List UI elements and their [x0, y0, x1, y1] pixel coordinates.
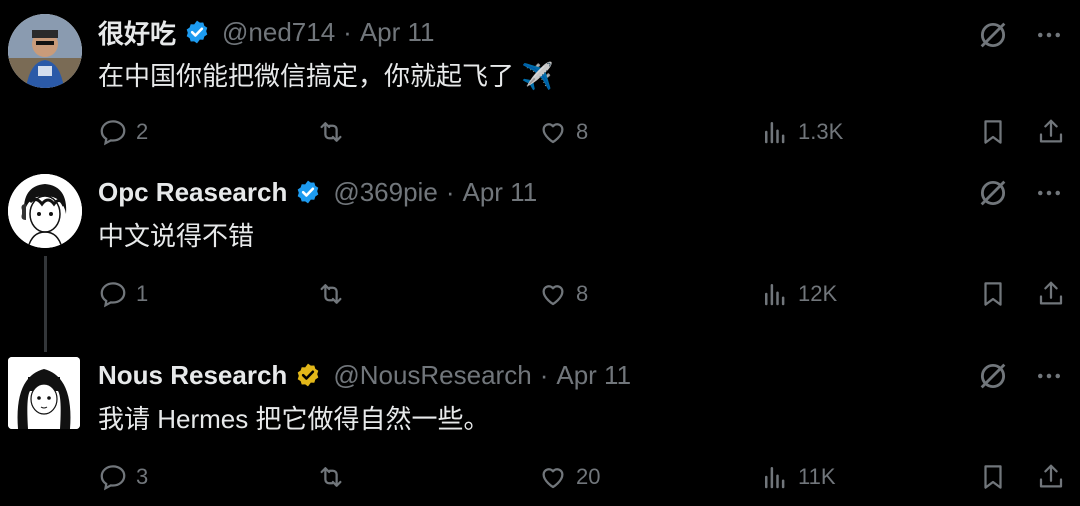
retweet-icon	[320, 122, 342, 142]
timestamp[interactable]: Apr 11	[556, 360, 631, 391]
share-button[interactable]	[1036, 112, 1074, 152]
retweet-button[interactable]	[316, 457, 354, 497]
timestamp[interactable]: Apr 11	[462, 177, 537, 208]
like-count: 8	[576, 119, 589, 144]
reply-count: 1	[136, 281, 149, 306]
like-button[interactable]: 20	[538, 457, 600, 497]
reply-icon	[100, 120, 126, 146]
views-button[interactable]: 1.3K	[760, 112, 843, 152]
author-name[interactable]: Opc Reasearch	[98, 177, 287, 208]
bookmark-button[interactable]	[978, 457, 1016, 497]
bookmark-icon	[984, 120, 1002, 144]
share-button[interactable]	[1036, 457, 1074, 497]
verified-badge-icon	[298, 180, 319, 204]
views-icon	[765, 122, 785, 144]
reply-count: 3	[136, 464, 149, 489]
author-handle[interactable]: @NousResearch	[333, 360, 531, 391]
views-icon	[765, 467, 785, 489]
view-count: 11K	[798, 464, 836, 489]
reply-count: 2	[136, 119, 149, 144]
retweet-icon	[320, 284, 342, 304]
share-icon	[1039, 464, 1063, 488]
views-icon	[765, 284, 785, 306]
bookmark-icon	[984, 465, 1002, 489]
grok-icon[interactable]	[976, 176, 1010, 210]
verified-badge-icon	[298, 363, 319, 387]
reply-button[interactable]: 2	[98, 112, 148, 152]
views-button[interactable]: 12K	[760, 274, 837, 314]
tweet-text: 我请 Hermes 把它做得自然一些。	[98, 404, 490, 434]
like-icon	[542, 123, 564, 144]
like-button[interactable]: 8	[538, 112, 588, 152]
author-name[interactable]: 很好吃	[98, 14, 176, 51]
views-button[interactable]: 11K	[760, 457, 836, 497]
thread-line	[44, 256, 47, 334]
retweet-icon	[320, 467, 342, 487]
more-icon[interactable]	[1034, 178, 1064, 208]
more-icon[interactable]	[1034, 361, 1064, 391]
view-count: 1.3K	[798, 119, 844, 144]
tweet-text: 中文说得不错	[98, 221, 255, 251]
reply-icon	[100, 465, 126, 491]
author-handle[interactable]: @369pie	[333, 177, 437, 208]
avatar[interactable]	[8, 357, 80, 429]
author-name[interactable]: Nous Research	[98, 360, 287, 391]
share-icon	[1039, 119, 1063, 143]
like-icon	[542, 468, 564, 489]
bookmark-button[interactable]	[978, 112, 1016, 152]
more-icon[interactable]	[1034, 20, 1064, 50]
author-handle[interactable]: @ned714	[222, 17, 335, 48]
share-button[interactable]	[1036, 274, 1074, 314]
separator: ·	[343, 16, 352, 47]
retweet-button[interactable]	[316, 274, 354, 314]
bookmark-button[interactable]	[978, 274, 1016, 314]
separator: ·	[445, 176, 455, 207]
avatar[interactable]	[8, 174, 82, 248]
grok-icon[interactable]	[976, 359, 1010, 393]
tweet-text: 在中国你能把微信搞定，你就起飞了 ✈️	[98, 61, 554, 91]
like-count: 20	[576, 464, 601, 489]
thread-line	[44, 332, 47, 352]
like-count: 8	[576, 281, 589, 306]
avatar[interactable]	[8, 14, 82, 88]
like-icon	[542, 285, 564, 306]
reply-button[interactable]: 3	[98, 457, 148, 497]
tweet[interactable]: 很好吃 @ned714 · Apr 11 在中国你能把微信搞定，你就起飞了 ✈️…	[0, 12, 1080, 162]
grok-icon[interactable]	[976, 18, 1010, 52]
timestamp[interactable]: Apr 11	[360, 17, 435, 48]
bookmark-icon	[984, 282, 1002, 306]
reply-icon	[100, 282, 126, 308]
verified-badge-icon	[186, 20, 208, 44]
view-count: 12K	[798, 281, 838, 306]
tweet[interactable]: Opc Reasearch @369pie · Apr 11 中文说得不错 1 …	[0, 172, 1080, 334]
retweet-button[interactable]	[316, 112, 354, 152]
tweet[interactable]: Nous Research @NousResearch · Apr 11 我请 …	[0, 332, 1080, 506]
separator: ·	[539, 359, 549, 390]
share-icon	[1039, 281, 1063, 305]
like-button[interactable]: 8	[538, 274, 588, 314]
reply-button[interactable]: 1	[98, 274, 148, 314]
